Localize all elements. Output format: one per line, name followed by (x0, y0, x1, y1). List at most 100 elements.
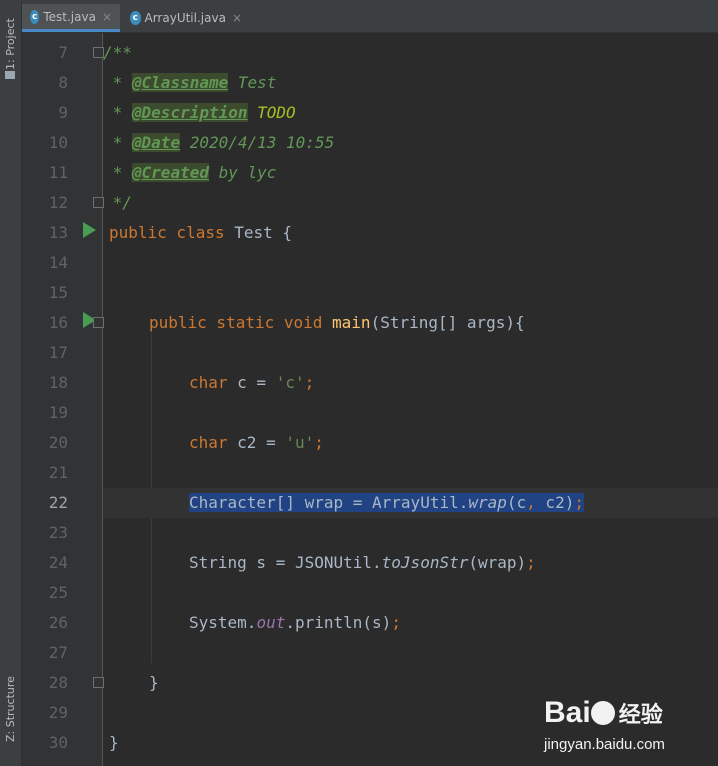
project-tab-label: 1: Project (4, 18, 17, 70)
code-line-7: /** (103, 38, 718, 68)
class-decl: Test { (224, 223, 293, 242)
javadoc-tag: @Description (131, 103, 248, 122)
closing-brace: } (109, 733, 119, 752)
javadoc-value: by lyc (208, 163, 277, 182)
line-number: 29 (48, 703, 68, 722)
javadoc-tag: @Date (131, 133, 181, 152)
semicolon: ; (391, 613, 401, 632)
javadoc-tag: @Classname (131, 73, 229, 92)
static-method-call: wrap (468, 493, 507, 512)
todo-marker: TODO (247, 103, 296, 122)
comment-star: * (103, 163, 132, 182)
line-number: 7 (58, 43, 68, 62)
identifier: c2 = (227, 433, 286, 452)
javadoc-value: Test (228, 73, 277, 92)
line-number: 12 (48, 193, 68, 212)
tab-label: ArrayUtil.java (144, 11, 226, 25)
keyword: char (189, 433, 228, 452)
java-class-icon: c (30, 9, 40, 24)
line-number: 14 (48, 253, 68, 272)
javadoc-close: */ (103, 193, 132, 212)
keyword: char (189, 373, 228, 392)
brand-cn: 经验 (618, 702, 663, 727)
closing-brace: } (149, 673, 159, 692)
tab-arrayutil-java[interactable]: c ArrayUtil.java × (122, 4, 250, 32)
code-line-20: char c2 = 'u'; (103, 428, 718, 458)
line-number: 8 (58, 73, 68, 92)
code-line-11: * @Created by lyc (103, 158, 718, 188)
line-number: 28 (48, 673, 68, 692)
statement-part: Character[] wrap = ArrayUtil. (189, 493, 469, 512)
comment-star: * (103, 103, 132, 122)
code-line-22: Character[] wrap = ArrayUtil.wrap(c, c2)… (103, 488, 718, 518)
identifier: c = (227, 373, 276, 392)
java-class-icon: c (130, 11, 141, 25)
semicolon: ; (304, 373, 315, 392)
code-line-9: * @Description TODO (103, 98, 718, 128)
run-class-icon[interactable] (83, 222, 96, 238)
call-args: (wrap) (468, 553, 527, 572)
close-icon[interactable]: × (232, 11, 242, 25)
line-number: 21 (48, 463, 68, 482)
selected-statement[interactable]: Character[] wrap = ArrayUtil.wrap(c, c2)… (189, 493, 584, 512)
watermark-url: jingyan.baidu.com (544, 736, 665, 753)
semicolon: ; (314, 433, 324, 452)
statement-part: System. (189, 613, 257, 632)
brand-text: Bai (544, 696, 591, 729)
javadoc-tag: @Created (131, 163, 209, 182)
char-literal: 'c' (275, 373, 305, 392)
code-line-8: * @Classname Test (103, 68, 718, 98)
method-call: .println(s) (285, 613, 392, 632)
line-number: 10 (48, 133, 68, 152)
structure-tab-label: Z: Structure (4, 676, 17, 742)
statement-part: String s = JSONUtil. (189, 553, 382, 572)
code-line-10: * @Date 2020/4/13 10:55 (103, 128, 718, 158)
call-args: (c (506, 493, 527, 512)
folder-icon (5, 71, 15, 79)
comma: , (526, 493, 536, 512)
method-params: (String[] args){ (370, 313, 525, 332)
line-number-current: 22 (48, 493, 68, 512)
call-args: c2) (535, 493, 575, 512)
comment-star: * (103, 73, 132, 92)
code-line-13: public class Test { (103, 218, 718, 248)
line-number: 25 (48, 583, 68, 602)
line-number: 20 (48, 433, 68, 452)
javadoc-value: 2020/4/13 10:55 (180, 133, 335, 152)
line-number: 24 (48, 553, 68, 572)
code-line-18: char c = 'c'; (103, 368, 718, 398)
static-field: out (256, 613, 286, 632)
line-number: 26 (48, 613, 68, 632)
keyword: public static void (149, 313, 323, 332)
line-number: 23 (48, 523, 68, 542)
baidu-jingyan-watermark: Baidu经验 jingyan.baidu.com (544, 694, 680, 758)
code-editor[interactable]: /** * @Classname Test * @Description TOD… (103, 33, 718, 766)
javadoc-open: /** (103, 43, 132, 62)
line-number: 30 (48, 733, 68, 752)
static-method-call: toJsonStr (381, 553, 469, 572)
line-number: 9 (58, 103, 68, 122)
keyword: public class (109, 223, 225, 242)
tab-test-java[interactable]: c Test.java × (22, 4, 120, 32)
char-literal: 'u' (285, 433, 315, 452)
line-number-gutter[interactable]: 7 8 9 10 11 12 13 14 15 16 17 18 19 20 2… (22, 33, 104, 766)
line-number: 19 (48, 403, 68, 422)
close-icon[interactable]: × (102, 10, 112, 24)
method-name: main (332, 313, 371, 332)
semicolon: ; (526, 553, 536, 572)
paw-icon (590, 701, 615, 725)
comment-star: * (103, 133, 132, 152)
line-number: 16 (48, 313, 68, 332)
code-line-16: public static void main(String[] args){ (103, 308, 718, 338)
tab-label: Test.java (43, 9, 96, 24)
line-number: 18 (48, 373, 68, 392)
code-line-12: */ (103, 188, 718, 218)
code-line-24: String s = JSONUtil.toJsonStr(wrap); (103, 548, 718, 578)
line-number: 13 (48, 223, 68, 242)
line-number: 27 (48, 643, 68, 662)
semicolon: ; (574, 493, 584, 512)
line-number: 17 (48, 343, 68, 362)
left-tool-strip: 1: Project Z: Structure (0, 0, 22, 766)
editor-tab-bar: c Test.java × c ArrayUtil.java × (22, 0, 718, 33)
line-number: 15 (48, 283, 68, 302)
